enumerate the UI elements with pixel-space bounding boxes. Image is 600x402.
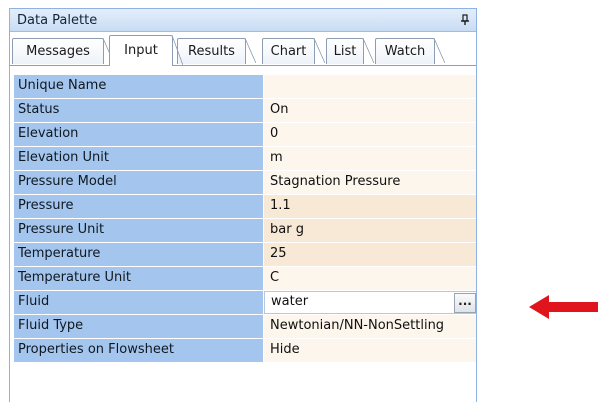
property-value[interactable]: bar g (264, 219, 476, 242)
property-value[interactable]: On (264, 99, 476, 122)
property-name: Pressure Unit (14, 219, 264, 242)
property-name: Elevation Unit (14, 147, 264, 170)
property-name: Unique Name (14, 75, 264, 98)
property-name: Properties on Flowsheet (14, 339, 264, 362)
property-value[interactable]: Newtonian/NN-NonSettling (264, 315, 476, 338)
property-value[interactable] (264, 75, 476, 98)
property-name: Status (14, 99, 264, 122)
tab-label: List (333, 44, 357, 59)
panel-title: Data Palette (17, 12, 98, 28)
property-name: Fluid Type (14, 315, 264, 338)
panel-titlebar: Data Palette (10, 9, 476, 32)
property-value[interactable]: Stagnation Pressure (264, 171, 476, 194)
tab-input[interactable]: Input (109, 35, 183, 66)
property-value: water (271, 294, 309, 309)
property-row-properties-on-flowsheet[interactable]: Properties on Flowsheet Hide (14, 339, 476, 363)
property-row-temperature-unit[interactable]: Temperature Unit C (14, 267, 476, 291)
property-row-pressure[interactable]: Pressure 1.1 (14, 195, 476, 219)
tab-label: Results (188, 44, 235, 59)
tab-messages[interactable]: Messages (12, 38, 114, 64)
property-name: Pressure Model (14, 171, 264, 194)
property-value[interactable]: 0 (264, 123, 476, 146)
property-value[interactable]: C (264, 267, 476, 290)
property-value[interactable]: m (264, 147, 476, 170)
tab-strip: Messages Input Results Chart List Watch (10, 32, 476, 66)
property-row-fluid[interactable]: Fluid water ... (14, 291, 476, 315)
tab-results[interactable]: Results (177, 38, 256, 64)
property-row-temperature[interactable]: Temperature 25 (14, 243, 476, 267)
property-name: Fluid (14, 291, 264, 314)
tab-label: Messages (26, 44, 90, 59)
property-value[interactable]: 25 (264, 243, 476, 266)
pin-icon[interactable] (454, 9, 476, 31)
red-pointer-arrow-icon (529, 295, 598, 319)
ellipsis-button[interactable]: ... (454, 293, 476, 313)
property-name: Temperature Unit (14, 267, 264, 290)
property-row-status[interactable]: Status On (14, 99, 476, 123)
property-row-pressure-unit[interactable]: Pressure Unit bar g (14, 219, 476, 243)
tab-label: Watch (384, 44, 426, 59)
property-name: Temperature (14, 243, 264, 266)
property-row-elevation-unit[interactable]: Elevation Unit m (14, 147, 476, 171)
property-name: Pressure (14, 195, 264, 218)
property-row-pressure-model[interactable]: Pressure Model Stagnation Pressure (14, 171, 476, 195)
tab-label: Input (124, 43, 158, 58)
tab-watch[interactable]: Watch (375, 38, 445, 64)
property-row-elevation[interactable]: Elevation 0 (14, 123, 476, 147)
property-value[interactable]: Hide (264, 339, 476, 362)
data-palette-panel: Data Palette Messages Input Results Char… (9, 8, 477, 402)
property-row-unique-name[interactable]: Unique Name (14, 75, 476, 99)
tab-chart[interactable]: Chart (262, 38, 325, 64)
tab-list[interactable]: List (326, 38, 374, 64)
fluid-value-field[interactable]: water ... (264, 291, 476, 314)
property-grid: Unique Name Status On Elevation 0 Elevat… (14, 75, 476, 363)
tab-label: Chart (270, 44, 307, 59)
property-name: Elevation (14, 123, 264, 146)
property-value[interactable]: 1.1 (264, 195, 476, 218)
property-row-fluid-type[interactable]: Fluid Type Newtonian/NN-NonSettling (14, 315, 476, 339)
